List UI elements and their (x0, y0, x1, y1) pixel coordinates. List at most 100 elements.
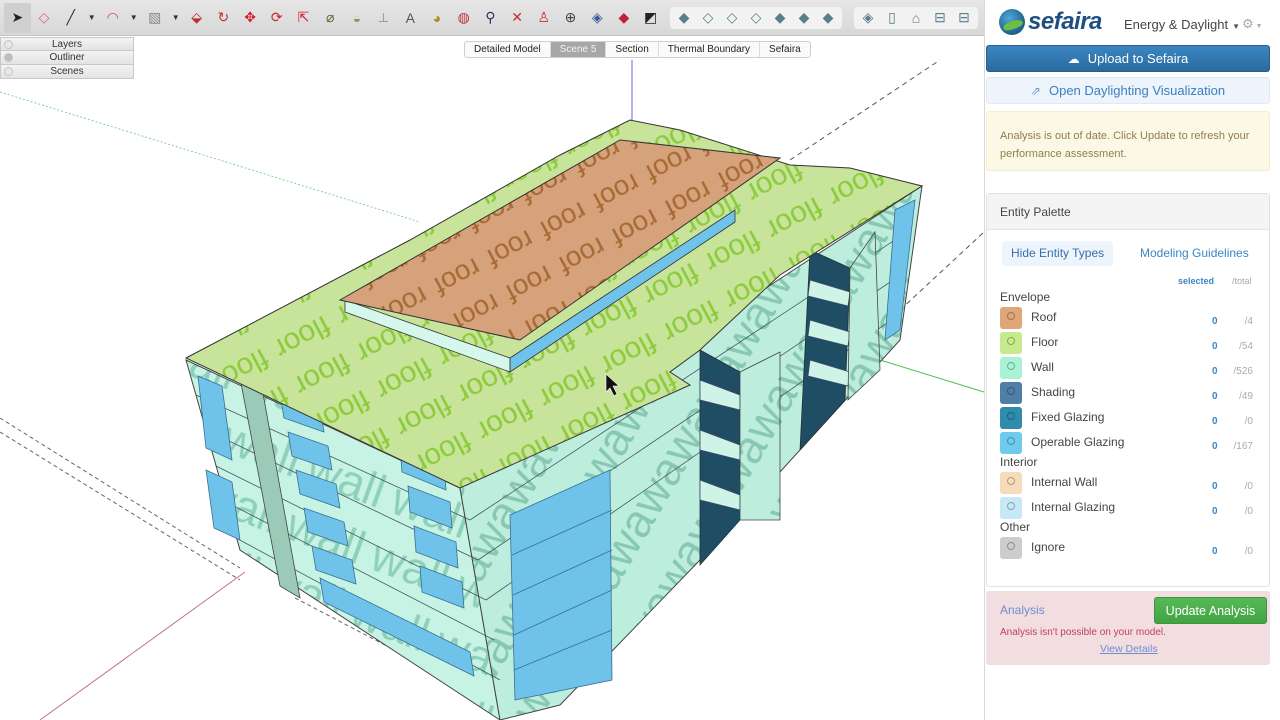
entity-row-ignore[interactable]: Ignore 0/0 (1000, 537, 1262, 559)
back-edges-style-button[interactable]: ◇ (696, 7, 720, 29)
shaded-textures-style-button[interactable]: ◆ (792, 7, 816, 29)
arc-tool-button[interactable]: ◠ (99, 3, 126, 33)
follow-me-tool-icon: ↻ (217, 9, 230, 25)
top-view-button[interactable]: ▯ (880, 7, 904, 29)
settings-dropdown[interactable]: ⚙ ▼ (1242, 16, 1263, 32)
rotate-tool-button[interactable]: ⟳ (263, 3, 290, 33)
rotate-tool-icon: ⟳ (270, 9, 283, 25)
orbit-tool-icon: ◍ (457, 9, 470, 25)
entity-row-internal-glazing[interactable]: Internal Glazing 0/0 (1000, 497, 1262, 519)
scale-tool-button[interactable]: ⇱ (290, 3, 317, 33)
walk-tool-button[interactable]: ⊕ (557, 3, 584, 33)
ruby-console-tool-button[interactable]: ◆ (611, 3, 638, 33)
tab-scene-5[interactable]: Scene 5 (550, 42, 607, 57)
entity-total-count: /0 (1244, 546, 1253, 557)
entity-color-swatch[interactable] (1000, 537, 1022, 559)
entity-color-swatch[interactable] (1000, 497, 1022, 519)
hidden-line-style-icon: ◇ (750, 9, 762, 25)
tape-measure-tool-button[interactable]: ⌀ (317, 3, 344, 33)
wireframe-style-button[interactable]: ◇ (720, 7, 744, 29)
follow-me-tool-button[interactable]: ↻ (210, 3, 237, 33)
arc-tool-dropdown[interactable]: ▼ (126, 3, 141, 33)
entity-row-shading[interactable]: Shading 0/49 (1000, 382, 1262, 404)
building-model: floor roof wall wall (0, 59, 984, 720)
tray-outliner[interactable]: Outliner (0, 51, 134, 65)
section-plane-tool-button[interactable]: ◈ (584, 3, 611, 33)
right-view-button[interactable]: ⊟ (928, 7, 952, 29)
push-pull-tool-button[interactable]: ⬙ (183, 3, 210, 33)
entity-row-floor[interactable]: Floor 0/54 (1000, 332, 1262, 354)
upload-button[interactable]: ☁ Upload to Sefaira (986, 45, 1270, 72)
paint-bucket-tool-button[interactable]: ◕ (424, 3, 451, 33)
tab-detailed-model[interactable]: Detailed Model (465, 42, 551, 57)
modeling-guidelines-link[interactable]: Modeling Guidelines (1140, 246, 1249, 260)
entity-row-wall[interactable]: Wall 0/526 (1000, 357, 1262, 379)
entity-color-swatch[interactable] (1000, 407, 1022, 429)
update-analysis-button[interactable]: Update Analysis (1154, 597, 1267, 624)
axes-tool-icon: ⟂ (378, 9, 389, 25)
entity-color-swatch[interactable] (1000, 472, 1022, 494)
hide-entity-types-button[interactable]: Hide Entity Types (1002, 241, 1114, 266)
orbit-tool-button[interactable]: ◍ (450, 3, 477, 33)
back-view-button[interactable]: ⊟ (952, 7, 976, 29)
panel-header: sefaira Energy & Daylight ▼ ⚙ ▼ (985, 0, 1280, 44)
group-label-interior: Interior (1000, 455, 1038, 469)
move-tool-button[interactable]: ✥ (237, 3, 264, 33)
entity-selected-count: 0 (1212, 506, 1218, 517)
entity-color-swatch[interactable] (1000, 307, 1022, 329)
views-toolbar: ◈ ▯ ⌂ ⊟ ⊟ (853, 6, 978, 29)
iso-view-button[interactable]: ◈ (856, 7, 880, 29)
rectangle-tool-button[interactable]: ▧ (141, 3, 168, 33)
entity-row-fixed-glazing[interactable]: Fixed Glazing 0/0 (1000, 407, 1262, 429)
entity-total-count: /0 (1244, 481, 1253, 492)
entity-color-swatch[interactable] (1000, 432, 1022, 454)
sefaira-panel: sefaira Energy & Daylight ▼ ⚙ ▼ ☁ Upload t… (984, 0, 1280, 720)
tab-sefaira[interactable]: Sefaira (760, 42, 810, 57)
sketchup-toolbar: ➤ ◇ ╱ ▼ ◠ ▼ ▧ ▼ ⬙ ↻ ✥ ⟳ ⇱ ⌀ ◒ ⟂ A ◕ ◍ ⚲ ✕ ♙ ⊕ ◈ ◆ ◩ ◆ ◇ ◇ ◇ ◆ ◆ ◆ ◈ ▯ ⌂ ⊟ ⊟ (0, 0, 984, 36)
tray-layers[interactable]: Layers (0, 37, 134, 51)
entity-row-internal-wall[interactable]: Internal Wall 0/0 (1000, 472, 1262, 494)
protractor-tool-button[interactable]: ◒ (344, 3, 371, 33)
rectangle-tool-icon: ▧ (148, 9, 162, 25)
line-tool-dropdown[interactable]: ▼ (84, 3, 99, 33)
entity-row-roof[interactable]: Roof 0/4 (1000, 307, 1262, 329)
front-view-button[interactable]: ⌂ (904, 7, 928, 29)
hidden-line-style-button[interactable]: ◇ (744, 7, 768, 29)
entity-total-count: /54 (1239, 341, 1253, 352)
xray-style-button[interactable]: ◆ (672, 7, 696, 29)
shaded-style-button[interactable]: ◆ (768, 7, 792, 29)
zoom-extents-tool-button[interactable]: ✕ (504, 3, 531, 33)
select-tool-button[interactable]: ➤ (4, 2, 31, 33)
open-daylighting-button[interactable]: ⇗ Open Daylighting Visualization (986, 77, 1270, 104)
model-viewport[interactable]: floor roof wall wall (0, 37, 984, 720)
entity-color-swatch[interactable] (1000, 382, 1022, 404)
back-edges-style-icon: ◇ (702, 9, 714, 25)
axes-tool-button[interactable]: ⟂ (370, 3, 397, 33)
entity-color-swatch[interactable] (1000, 332, 1022, 354)
view-details-link[interactable]: View Details (1100, 643, 1158, 655)
eraser-tool-button[interactable]: ◇ (31, 3, 58, 33)
tab-thermal-boundary[interactable]: Thermal Boundary (659, 42, 761, 57)
text-tool-button[interactable]: A (397, 3, 424, 33)
gear-icon: ⚙ (1242, 16, 1254, 31)
style-toolbar: ◆ ◇ ◇ ◇ ◆ ◆ ◆ (669, 6, 842, 29)
position-camera-tool-button[interactable]: ♙ (530, 3, 557, 33)
mode-dropdown[interactable]: Energy & Daylight ▼ (1124, 17, 1240, 32)
protractor-tool-icon: ◒ (352, 9, 362, 26)
outdated-alert: Analysis is out of date. Click Update to… (986, 111, 1270, 171)
column-header-total: /total (1232, 276, 1252, 286)
red-axis (39, 571, 246, 720)
shaded-style-icon: ◆ (774, 9, 786, 25)
tray-scenes[interactable]: Scenes (0, 65, 134, 79)
caret-down-icon: ▼ (129, 13, 138, 22)
entity-color-swatch[interactable] (1000, 357, 1022, 379)
line-tool-button[interactable]: ╱ (57, 3, 84, 33)
3d-warehouse-tool-button[interactable]: ◩ (637, 3, 664, 33)
monochrome-style-button[interactable]: ◆ (816, 7, 840, 29)
entity-row-operable-glazing[interactable]: Operable Glazing 0/167 (1000, 432, 1262, 454)
entity-selected-count: 0 (1212, 481, 1218, 492)
rectangle-tool-dropdown[interactable]: ▼ (168, 3, 183, 33)
tab-section[interactable]: Section (606, 42, 659, 57)
wireframe-style-icon: ◇ (726, 9, 738, 25)
zoom-tool-button[interactable]: ⚲ (477, 3, 504, 33)
